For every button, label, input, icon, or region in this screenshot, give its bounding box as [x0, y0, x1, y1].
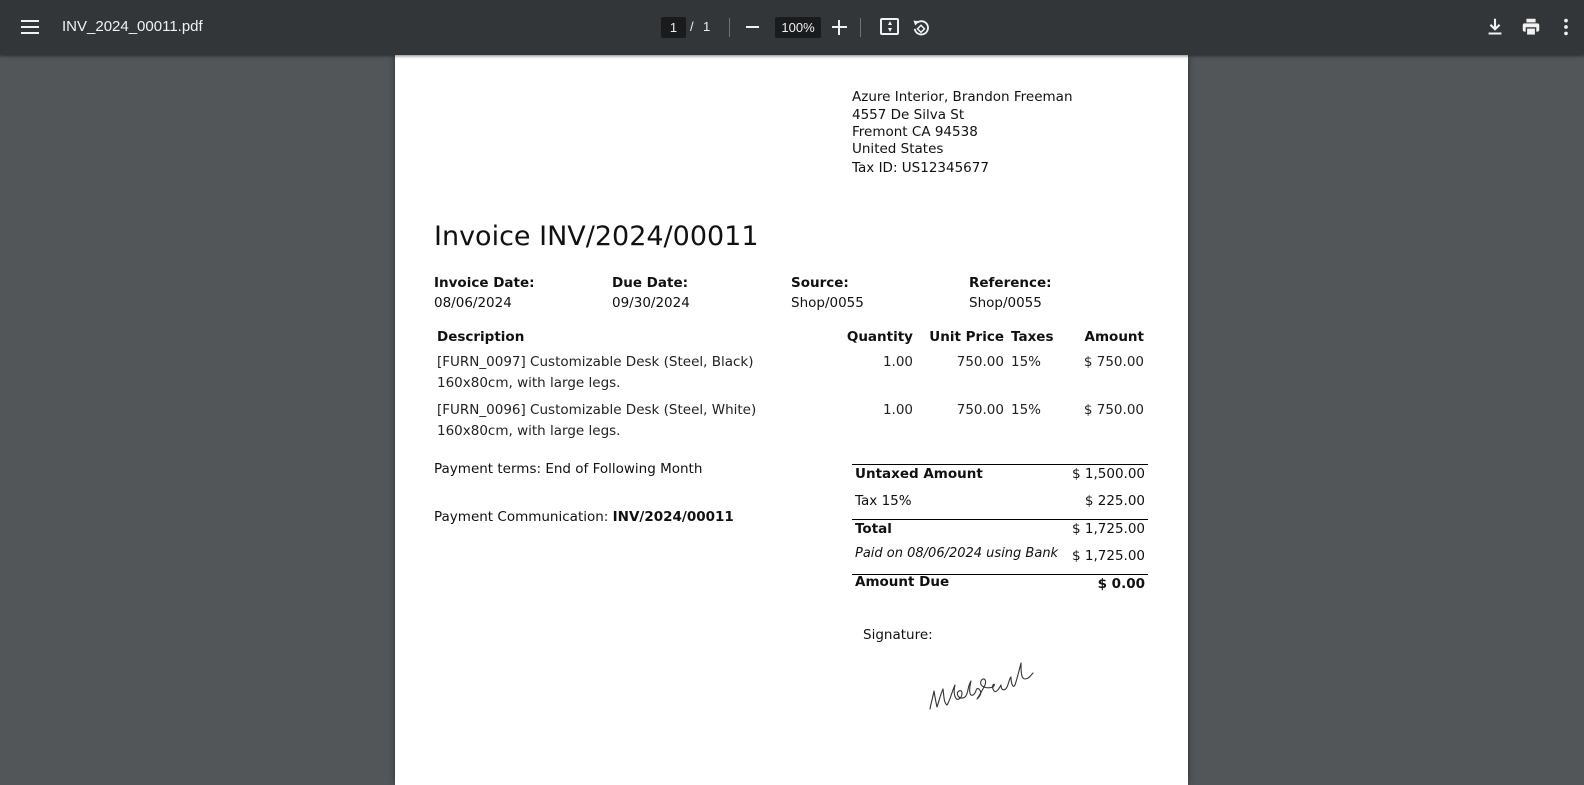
line-1-unit-price: 750.00	[956, 354, 1004, 370]
source-label: Source:	[791, 275, 849, 291]
payment-communication-label: Payment Communication:	[434, 509, 613, 525]
payment-communication-value: INV/2024/00011	[612, 509, 734, 525]
reference-label: Reference:	[969, 275, 1052, 291]
col-amount: Amount	[1084, 329, 1144, 345]
zoom-input[interactable]: 100%	[775, 17, 821, 38]
line-2-quantity: 1.00	[882, 402, 913, 418]
amount-due-label: Amount Due	[855, 574, 950, 590]
due-date-label: Due Date:	[612, 275, 688, 291]
print-icon[interactable]	[1520, 16, 1542, 38]
line-2-description-detail: 160x80cm, with large legs.	[437, 423, 621, 439]
line-2-amount: $ 750.00	[1083, 402, 1144, 418]
toolbar-divider	[860, 18, 861, 37]
payment-terms: Payment terms: End of Following Month	[434, 461, 703, 477]
amount-due-value: $ 0.00	[1097, 576, 1145, 592]
invoice-title: Invoice INV/2024/00011	[434, 221, 759, 252]
col-quantity: Quantity	[846, 329, 913, 345]
total-value: $ 1,725.00	[1072, 521, 1145, 537]
line-2-taxes: 15%	[1011, 402, 1042, 418]
seller-city: Fremont CA 94538	[852, 124, 978, 140]
total-rule	[852, 519, 1148, 520]
tax-value: $ 225.00	[1084, 493, 1145, 509]
pdf-toolbar: INV_2024_00011.pdf 1 / 1 100%	[0, 0, 1584, 55]
untaxed-amount-label: Untaxed Amount	[855, 466, 983, 482]
paid-value: $ 1,725.00	[1072, 548, 1145, 564]
fit-to-page-icon[interactable]	[880, 18, 899, 35]
totals-top-rule	[852, 464, 1148, 465]
signature-image	[929, 662, 1034, 710]
line-1-taxes: 15%	[1011, 354, 1042, 370]
line-1-description-detail: 160x80cm, with large legs.	[437, 375, 621, 391]
tax-label: Tax 15%	[855, 493, 912, 509]
invoice-date-value: 08/06/2024	[434, 295, 512, 311]
total-label: Total	[855, 521, 892, 537]
seller-street: 4557 De Silva St	[852, 107, 965, 123]
more-vert-icon[interactable]	[1555, 16, 1577, 38]
line-1-description: [FURN_0097] Customizable Desk (Steel, Bl…	[437, 354, 754, 370]
signature-label: Signature:	[863, 627, 933, 643]
due-date-value: 09/30/2024	[612, 295, 690, 311]
minus-icon[interactable]	[746, 26, 759, 28]
payment-communication: Payment Communication: INV/2024/00011	[434, 509, 734, 525]
line-2-description: [FURN_0096] Customizable Desk (Steel, Wh…	[437, 402, 757, 418]
invoice-date-label: Invoice Date:	[434, 275, 535, 291]
file-name: INV_2024_00011.pdf	[62, 18, 203, 35]
col-taxes: Taxes	[1011, 329, 1054, 345]
rotate-icon[interactable]	[911, 18, 931, 38]
toolbar-divider	[729, 18, 730, 37]
col-unit-price: Unit Price	[929, 329, 1004, 345]
seller-name: Azure Interior, Brandon Freeman	[852, 89, 1073, 105]
line-2-unit-price: 750.00	[956, 402, 1004, 418]
page-number-input[interactable]: 1	[661, 17, 686, 38]
col-description: Description	[437, 329, 525, 345]
line-1-quantity: 1.00	[882, 354, 913, 370]
seller-tax-id: Tax ID: US12345677	[852, 160, 989, 176]
download-icon[interactable]	[1484, 16, 1506, 38]
seller-country: United States	[852, 141, 944, 157]
page-separator: /	[690, 19, 694, 34]
page-total: 1	[703, 19, 711, 34]
plus-icon[interactable]	[832, 20, 847, 35]
line-1-amount: $ 750.00	[1083, 354, 1144, 370]
pdf-page: Azure Interior, Brandon Freeman 4557 De …	[395, 55, 1188, 785]
reference-value: Shop/0055	[969, 295, 1042, 311]
source-value: Shop/0055	[791, 295, 864, 311]
untaxed-amount-value: $ 1,500.00	[1072, 466, 1145, 482]
menu-icon[interactable]	[18, 15, 42, 39]
